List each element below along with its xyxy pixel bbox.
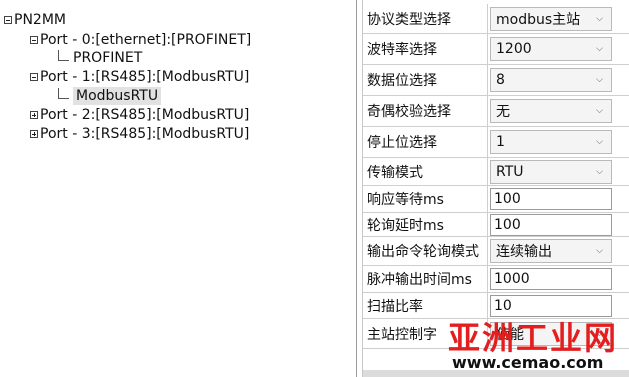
protocol-select[interactable]: modbus主站 ⌵ xyxy=(490,6,612,31)
collapse-icon[interactable] xyxy=(30,36,38,44)
prop-row-parity: 奇偶校验选择 无 ⌵ xyxy=(363,96,629,127)
watermark-url: www.cemao.com xyxy=(452,353,604,372)
tree-node-profinet[interactable]: PROFINET xyxy=(58,49,142,67)
chevron-down-icon: ⌵ xyxy=(596,13,603,24)
select-value: 无 xyxy=(496,104,510,120)
tree-node-label: Port - 2:[RS485]:[ModbusRTU] xyxy=(40,107,250,123)
poll-delay-input[interactable]: 100 xyxy=(490,213,612,236)
tree-branch-icon xyxy=(58,87,69,99)
tree-node-modbusrtu[interactable]: ModbusRTU xyxy=(58,87,162,105)
prop-label: 波特率选择 xyxy=(363,34,488,64)
chevron-down-icon: ⌵ xyxy=(596,166,603,177)
tree-node-label: Port - 1:[RS485]:[ModbusRTU] xyxy=(40,69,250,85)
prop-label: 响应等待ms xyxy=(363,186,488,212)
device-tree: PN2MM Port - 0:[ethernet]:[PROFINET] PRO… xyxy=(0,0,357,377)
baud-select[interactable]: 1200 ⌵ xyxy=(490,37,612,61)
chevron-down-icon: ⌵ xyxy=(596,106,603,116)
input-value: 1000 xyxy=(494,271,530,287)
expand-icon[interactable] xyxy=(30,130,38,138)
select-value: 1 xyxy=(496,134,505,150)
prop-label: 输出命令轮询模式 xyxy=(363,237,488,265)
response-input[interactable]: 100 xyxy=(490,188,612,210)
tree-node-port1[interactable]: Port - 1:[RS485]:[ModbusRTU] xyxy=(30,68,249,86)
tree-node-port2[interactable]: Port - 2:[RS485]:[ModbusRTU] xyxy=(30,106,249,124)
prop-row-poll-delay: 轮询延时ms 100 xyxy=(363,213,629,237)
select-value: 8 xyxy=(496,72,505,88)
collapse-icon[interactable] xyxy=(30,73,38,81)
input-value: 100 xyxy=(494,216,521,233)
tree-node-port0[interactable]: Port - 0:[ethernet]:[PROFINET] xyxy=(30,31,251,49)
prop-label: 停止位选择 xyxy=(363,127,488,157)
tree-node-label-selected: ModbusRTU xyxy=(73,87,162,105)
input-value: 10 xyxy=(494,297,512,314)
prop-row-stopbits: 停止位选择 1 ⌵ xyxy=(363,127,629,158)
select-value: 1200 xyxy=(496,41,532,57)
select-value: 连续输出 xyxy=(496,244,552,260)
chevron-down-icon: ⌵ xyxy=(596,137,603,147)
tree-node-label: Port - 0:[ethernet]:[PROFINET] xyxy=(40,32,252,48)
tree-node-port3[interactable]: Port - 3:[RS485]:[ModbusRTU] xyxy=(30,125,249,143)
prop-label: 轮询延时ms xyxy=(363,213,488,236)
tree-node-root[interactable]: PN2MM xyxy=(4,11,66,29)
prop-row-protocol: 协议类型选择 modbus主站 ⌵ xyxy=(363,4,629,34)
prop-label: 协议类型选择 xyxy=(363,4,488,33)
output-mode-select[interactable]: 连续输出 ⌵ xyxy=(490,239,612,263)
databits-select[interactable]: 8 ⌵ xyxy=(490,68,612,92)
select-value: RTU xyxy=(496,163,524,180)
expand-icon[interactable] xyxy=(30,111,38,119)
chevron-down-icon: ⌵ xyxy=(596,44,603,54)
mode-select[interactable]: RTU ⌵ xyxy=(490,159,612,184)
stopbits-select[interactable]: 1 ⌵ xyxy=(490,130,612,154)
input-value: 100 xyxy=(494,191,521,207)
prop-row-databits: 数据位选择 8 ⌵ xyxy=(363,65,629,96)
tree-node-label: PROFINET xyxy=(73,50,143,66)
prop-row-response: 响应等待ms 100 xyxy=(363,186,629,213)
prop-row-pulse: 脉冲输出时间ms 1000 xyxy=(363,266,629,293)
prop-label: 数据位选择 xyxy=(363,65,488,95)
tree-node-label: PN2MM xyxy=(14,12,66,28)
tree-branch-icon xyxy=(58,49,69,61)
chevron-down-icon: ⌵ xyxy=(596,246,603,256)
prop-row-mode: 传输模式 RTU ⌵ xyxy=(363,158,629,186)
prop-label: 奇偶校验选择 xyxy=(363,96,488,126)
pulse-input[interactable]: 1000 xyxy=(490,268,612,290)
prop-label: 传输模式 xyxy=(363,158,488,185)
chevron-down-icon: ⌵ xyxy=(596,75,603,85)
parity-select[interactable]: 无 ⌵ xyxy=(490,99,612,123)
prop-row-baud: 波特率选择 1200 ⌵ xyxy=(363,34,629,65)
prop-label: 脉冲输出时间ms xyxy=(363,266,488,292)
select-value: modbus主站 xyxy=(496,11,581,28)
tree-node-label: Port - 3:[RS485]:[ModbusRTU] xyxy=(40,126,250,142)
prop-row-output-mode: 输出命令轮询模式 连续输出 ⌵ xyxy=(363,237,629,266)
collapse-icon[interactable] xyxy=(4,16,12,24)
